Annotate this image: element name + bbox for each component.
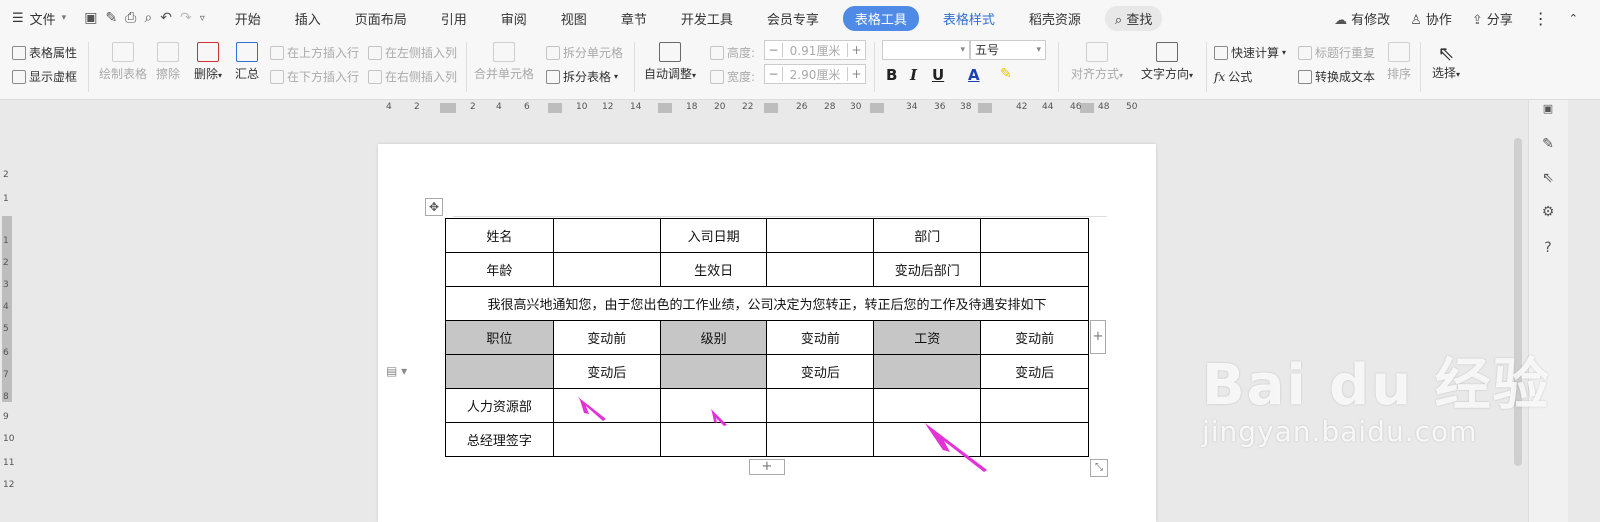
arrow-annotation-1 (578, 397, 606, 421)
settings-sliders-icon[interactable]: ⚙ (1539, 204, 1557, 222)
vertical-scrollbar[interactable] (1512, 116, 1524, 522)
arrow-annotation-2 (711, 409, 727, 426)
help-icon[interactable]: ? (1539, 240, 1557, 258)
cursor-select-icon[interactable]: ⇖ (1539, 170, 1557, 188)
baidu-jingyan-watermark: Bai du 经验 jingyan.baidu.com (1202, 340, 1551, 448)
watermark-brand: Bai du 经验 (1202, 353, 1551, 418)
arrow-annotation-3 (925, 423, 987, 472)
right-task-pane: ▣ ✎ ⇖ ⚙ ? (1528, 100, 1568, 522)
arrow-annotation (578, 397, 987, 472)
pane-toggle-icon[interactable]: ▣ (1539, 102, 1557, 120)
pen-edit-icon[interactable]: ✎ (1539, 136, 1557, 154)
